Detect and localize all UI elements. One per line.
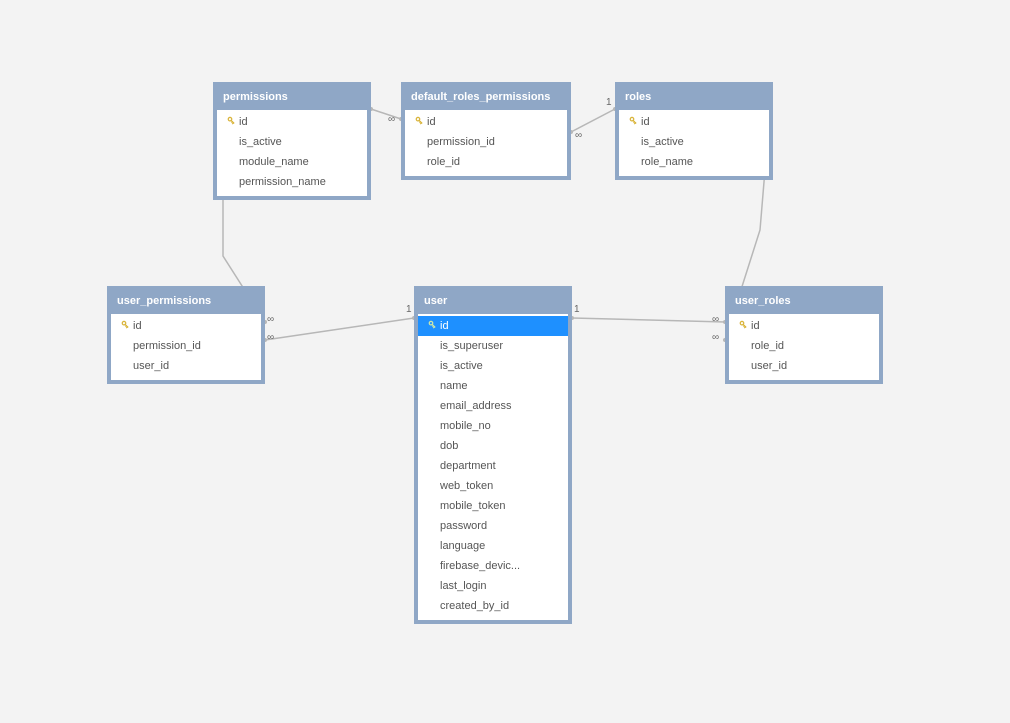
cardinality-label: ∞	[712, 314, 719, 325]
field-row[interactable]: is_active	[619, 132, 769, 152]
field-name: id	[239, 114, 248, 130]
entity-body: id is_superuser is_activename email_address…	[418, 314, 568, 620]
field-name: user_id	[751, 358, 787, 374]
field-row[interactable]: created_by_id	[418, 596, 568, 616]
field-name: name	[440, 378, 468, 394]
primary-key-icon	[411, 116, 425, 128]
field-row[interactable]: role_id	[729, 336, 879, 356]
field-row[interactable]: id	[619, 112, 769, 132]
entity-user_permissions[interactable]: user_permissionsid permission_id user_id	[107, 286, 265, 384]
entity-user_roles[interactable]: user_rolesid role_id user_id	[725, 286, 883, 384]
entity-roles[interactable]: roles id is_active role_name	[615, 82, 773, 180]
field-name: created_by_id	[440, 598, 509, 614]
field-name: mobile_no	[440, 418, 491, 434]
entity-header[interactable]: user	[418, 290, 568, 314]
entity-header[interactable]: permissions	[217, 86, 367, 110]
erd-canvas[interactable]: 1∞∞11∞1∞1∞1∞permissionsidis_activemodule…	[0, 0, 1010, 723]
field-name: password	[440, 518, 487, 534]
entity-header[interactable]: default_roles_permissions	[405, 86, 567, 110]
entity-header[interactable]: user_permissions	[111, 290, 261, 314]
field-row[interactable]: language	[418, 536, 568, 556]
cardinality-label: ∞	[575, 130, 582, 141]
field-name: is_active	[641, 134, 684, 150]
entity-body: id permission_id role_id	[405, 110, 567, 176]
field-row[interactable]: permission_name	[217, 172, 367, 192]
primary-key-icon	[223, 116, 237, 128]
field-row[interactable]: last_login	[418, 576, 568, 596]
field-row[interactable]: module_name	[217, 152, 367, 172]
cardinality-label: 1	[574, 304, 580, 315]
field-name: department	[440, 458, 496, 474]
field-row[interactable]: id	[405, 112, 567, 132]
field-row[interactable]: permission_id	[405, 132, 567, 152]
field-row[interactable]: firebase_devic...	[418, 556, 568, 576]
primary-key-icon	[625, 116, 639, 128]
cardinality-label: ∞	[267, 314, 274, 325]
field-row[interactable]: role_id	[405, 152, 567, 172]
primary-key-icon	[735, 320, 749, 332]
field-name: last_login	[440, 578, 486, 594]
field-name: user_id	[133, 358, 169, 374]
field-name: dob	[440, 438, 458, 454]
field-name: id	[641, 114, 650, 130]
field-row[interactable]: mobile_token	[418, 496, 568, 516]
cardinality-label: 1	[606, 97, 612, 108]
field-name: id	[751, 318, 760, 334]
field-name: is_active	[239, 134, 282, 150]
field-name: is_superuser	[440, 338, 503, 354]
field-row[interactable]: department	[418, 456, 568, 476]
entity-header[interactable]: roles	[619, 86, 769, 110]
field-name: is_active	[440, 358, 483, 374]
field-row[interactable]: name	[418, 376, 568, 396]
entity-body: id permission_id user_id	[111, 314, 261, 380]
entity-body: id is_active module_name permission_name	[217, 110, 367, 196]
entity-default_roles_permissions[interactable]: default_roles_permissionsid permission_id…	[401, 82, 571, 180]
field-name: role_id	[427, 154, 460, 170]
field-name: permission_id	[427, 134, 495, 150]
field-row[interactable]: permission_id	[111, 336, 261, 356]
field-name: id	[133, 318, 142, 334]
cardinality-label: 1	[406, 304, 412, 315]
entity-user[interactable]: user id is_superuser is_activename email_add…	[414, 286, 572, 624]
field-name: web_token	[440, 478, 493, 494]
field-row[interactable]: id	[217, 112, 367, 132]
field-name: id	[427, 114, 436, 130]
field-name: role_id	[751, 338, 784, 354]
field-name: firebase_devic...	[440, 558, 520, 574]
field-name: mobile_token	[440, 498, 505, 514]
field-row[interactable]: password	[418, 516, 568, 536]
field-row[interactable]: id	[111, 316, 261, 336]
field-name: email_address	[440, 398, 512, 414]
entity-header[interactable]: user_roles	[729, 290, 879, 314]
cardinality-label: ∞	[712, 332, 719, 343]
field-row[interactable]: email_address	[418, 396, 568, 416]
entity-permissions[interactable]: permissions id is_active module_namepermiss…	[213, 82, 371, 200]
field-row[interactable]: is_active	[418, 356, 568, 376]
field-name: module_name	[239, 154, 309, 170]
primary-key-icon	[424, 320, 438, 332]
field-name: permission_id	[133, 338, 201, 354]
field-row[interactable]: id	[729, 316, 879, 336]
field-row[interactable]: dob	[418, 436, 568, 456]
field-name: role_name	[641, 154, 693, 170]
cardinality-label: ∞	[388, 114, 395, 125]
primary-key-icon	[117, 320, 131, 332]
field-name: permission_name	[239, 174, 326, 190]
cardinality-label: ∞	[267, 332, 274, 343]
entity-body: id role_id user_id	[729, 314, 879, 380]
field-row[interactable]: web_token	[418, 476, 568, 496]
field-name: language	[440, 538, 485, 554]
entity-body: id is_active role_name	[619, 110, 769, 176]
field-name: id	[440, 318, 449, 334]
field-row[interactable]: is_superuser	[418, 336, 568, 356]
field-row[interactable]: role_name	[619, 152, 769, 172]
field-row[interactable]: user_id	[111, 356, 261, 376]
field-row[interactable]: id	[418, 316, 568, 336]
field-row[interactable]: is_active	[217, 132, 367, 152]
field-row[interactable]: mobile_no	[418, 416, 568, 436]
field-row[interactable]: user_id	[729, 356, 879, 376]
